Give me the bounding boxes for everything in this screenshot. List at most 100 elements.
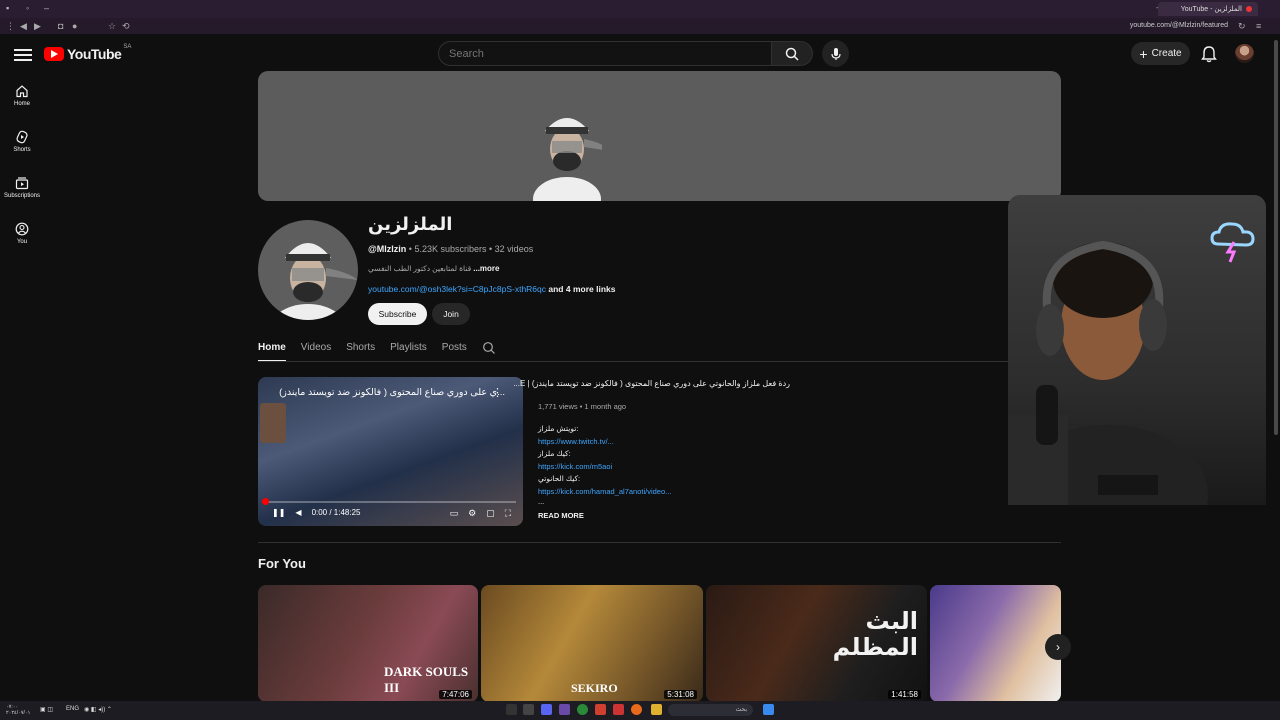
card-overlay-text: SEKIRO [571,681,618,695]
browser-tab[interactable]: YouTube - الملزلزين [1158,2,1258,16]
section-heading: For You [258,556,306,571]
more-links[interactable]: and 4 more links [548,284,615,294]
file-explorer-icon[interactable] [651,704,662,715]
channel-description[interactable]: قناة لمتابعين دكتور الطب النفسي ...more [368,264,500,273]
pause-icon[interactable]: ❚❚ [272,508,285,517]
join-button[interactable]: Join [432,303,470,325]
search-box[interactable] [438,41,772,66]
channel-handle: @Mlzlzin [368,244,407,254]
search-icon [785,47,799,61]
account-avatar[interactable] [1235,44,1254,63]
guide-item-shorts[interactable]: Shorts [0,130,44,153]
channel-link[interactable]: youtube.com/@osh3lek?si=C8pJc8pS-xthR6qc [368,284,546,294]
country-code: SA [123,44,132,50]
video-card[interactable]: DARK SOULS III 7:47:06 [258,585,478,702]
captions-icon[interactable]: ▭ [450,508,459,519]
page-scrollbar-thumb[interactable] [1274,40,1278,435]
clock-date: ٢٠٢٤/٠٧/٠١ [6,710,31,716]
tab-videos[interactable]: Videos [301,338,331,362]
browser-tab-bar: ▪ ◦ – + × YouTube - الملزلزين [0,0,1280,18]
extension-icon[interactable]: ● [72,21,77,31]
clock[interactable]: ٠٧:٠٠ ٢٠٢٤/٠٧/٠١ [6,704,30,716]
reload-icon[interactable]: ↻ [1238,21,1246,32]
chrome-icon[interactable] [577,704,588,715]
read-more-button[interactable]: READ MORE [538,511,584,520]
history-icon[interactable]: ⟲ [122,21,130,32]
firefox-icon[interactable] [631,704,642,715]
featured-description: تويتش ملزاز: https://www.twitch.tv/... ك… [538,423,671,506]
desc-label: تويتش ملزاز: [538,424,579,433]
taskbar-app-icon[interactable] [559,704,570,715]
refresh-icon[interactable]: ◦ [26,3,29,13]
hamburger-menu-icon[interactable] [14,46,32,62]
desc-link[interactable]: https://kick.com/m5aoi [538,461,671,474]
featured-video-title[interactable]: ردة فعل ملزاز والحانوتي على دوري صناع ال… [513,379,790,388]
player-more-icon[interactable]: ⋮ [492,386,503,399]
video-card[interactable]: البث المظلم 1:41:58 [706,585,927,702]
taskbar-app-icon[interactable] [523,704,534,715]
channel-search-icon[interactable] [482,341,496,355]
tiktok-icon[interactable] [506,704,517,715]
channel-links: youtube.com/@osh3lek?si=C8pJc8pS-xthR6qc… [368,284,615,294]
youtube-favicon-icon [1246,6,1252,12]
subscribe-button[interactable]: Subscribe [368,303,427,325]
settings-gear-icon[interactable]: ⚙ [468,508,476,519]
channel-meta: @Mlzlzin • 5.23K subscribers • 32 videos [368,244,534,254]
guide-item-you[interactable]: You [0,222,44,245]
guide-item-home[interactable]: Home [0,84,44,107]
back-icon[interactable]: ◀ [20,21,27,32]
tab-shorts[interactable]: Shorts [346,338,375,362]
more-link[interactable]: ...more [473,264,499,273]
search-input[interactable] [439,42,759,66]
taskbar-search[interactable]: بحث [668,704,753,716]
language-indicator[interactable]: ENG [66,706,79,712]
view-count: 1,771 views [538,402,578,411]
guide-item-subscriptions[interactable]: Subscriptions [0,176,44,199]
channel-tabs: Home Videos Shorts Playlists Posts [258,338,496,362]
desc-link[interactable]: https://kick.com/hamad_al7anoti/video... [538,486,671,499]
search-button[interactable] [772,41,813,66]
player-right-controls: ▭ ⚙ ▢ ⛶ [450,508,511,519]
browser-tab-title: YouTube - الملزلزين [1180,6,1242,13]
channel-banner [258,71,1061,201]
channel-avatar [258,220,358,320]
forward-icon[interactable]: ▶ [34,21,41,32]
minimize-icon[interactable]: – [44,3,49,13]
create-button[interactable]: + Create [1131,42,1190,65]
cast-icon[interactable]: ▢ [486,508,495,519]
extension-icon[interactable]: ◘ [58,21,63,31]
tab-posts[interactable]: Posts [442,338,467,362]
volume-icon[interactable]: ◀ [295,508,301,517]
desc-label: كيك ملزاز: [538,449,571,458]
voice-search-button[interactable] [822,40,849,67]
progress-scrubber-knob[interactable] [262,498,269,505]
discord-icon[interactable] [541,704,552,715]
taskbar-app-icon[interactable] [613,704,624,715]
desc-link[interactable]: https://www.twitch.tv/... [538,436,671,449]
brave-icon[interactable] [595,704,606,715]
neon-cloud-icon [1210,222,1255,263]
tray-icon[interactable]: ◉ ◧ ◂)) ⌃ [84,706,112,713]
tab-home[interactable]: Home [258,338,286,362]
player-channel-thumbnail [260,403,286,443]
player-title[interactable]: ...ي على دوري صناع المحتوى ( فالكونز ضد … [279,387,505,398]
featured-video-player[interactable]: ...ي على دوري صناع المحتوى ( فالكونز ضد … [258,377,523,526]
address-url[interactable]: youtube.com/@Mlzlzin/featured [1130,22,1228,29]
tab-playlists[interactable]: Playlists [390,338,427,362]
video-card[interactable] [930,585,1061,702]
notifications-bell-icon[interactable] [1200,45,1218,63]
sidebar-toggle-icon[interactable]: ⋮ [6,21,15,32]
duration-badge: 7:47:06 [439,690,472,699]
carousel-next-icon[interactable]: › [1045,634,1071,660]
tray-icon[interactable]: ▣ ◫ [40,706,53,713]
player-progress-bar[interactable] [264,501,516,503]
windows-start-icon[interactable] [763,704,774,715]
browser-menu-icon[interactable]: ≡ [1256,21,1261,31]
shorts-icon [16,130,28,144]
window-menu-icon[interactable]: ▪ [6,3,9,13]
you-icon [15,222,29,236]
fullscreen-icon[interactable]: ⛶ [505,508,511,519]
bookmark-icon[interactable]: ☆ [108,21,116,32]
video-card[interactable]: SEKIRO 5:31:08 [481,585,703,702]
youtube-logo[interactable]: YouTube SA [44,44,132,62]
